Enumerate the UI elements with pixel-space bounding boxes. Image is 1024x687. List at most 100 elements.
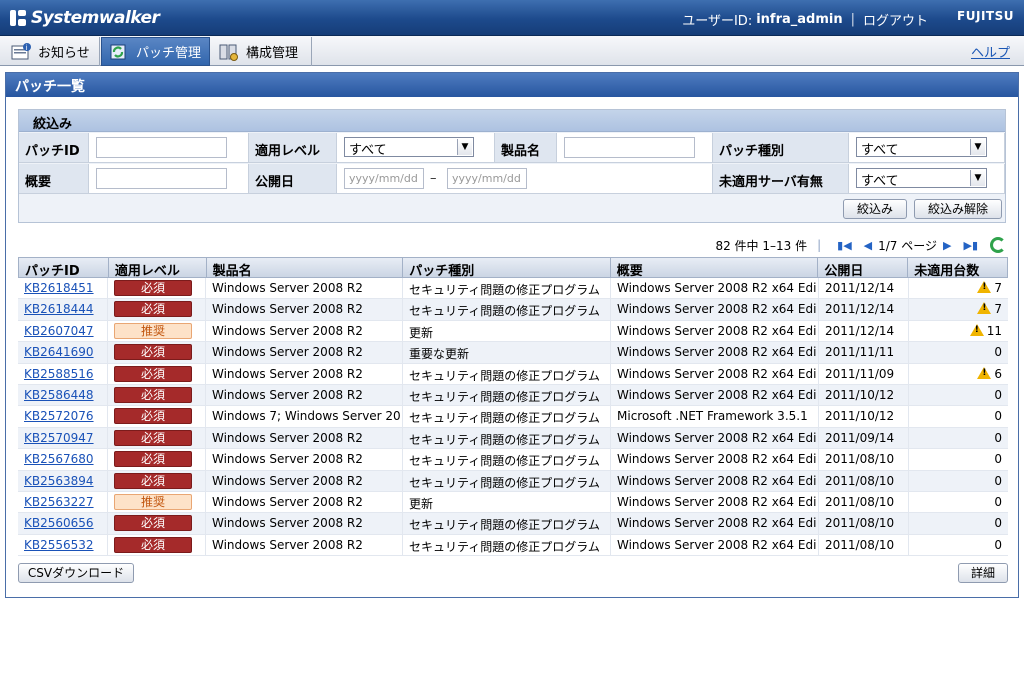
unapplied-count-cell: 0 (909, 513, 1008, 533)
summary-input[interactable] (96, 168, 227, 189)
patch-id-cell: KB2556532 (18, 534, 108, 556)
date-cell: 2011/10/12 (819, 406, 909, 427)
patch-icon (108, 42, 130, 62)
table-row[interactable]: KB2567680 必須 Windows Server 2008 R2 セキュリティ問… (18, 449, 1008, 471)
patch-id-link[interactable]: KB2607047 (24, 324, 94, 338)
product-input[interactable] (564, 137, 695, 158)
table-row[interactable]: KB2618444 必須 Windows Server 2008 R2 セキュリティ問… (18, 299, 1008, 321)
table-row[interactable]: KB2618451 必須 Windows Server 2008 R2 セキュリティ問… (18, 278, 1008, 300)
type-cell: セキュリティ問題の修正プログラム (403, 384, 611, 406)
patch-list-panel: パッチ一覧 絞込み パッチID 適用レベル すべて ▼ 製品名 パッチ種別 すべ… (5, 72, 1019, 598)
header-separator: | (850, 12, 855, 27)
unapplied-count-cell: 0 (909, 428, 1008, 448)
table-row[interactable]: KB2560656 必須 Windows Server 2008 R2 セキュリティ問… (18, 513, 1008, 535)
refresh-icon[interactable] (990, 237, 1006, 253)
patch-id-link[interactable]: KB2560656 (24, 516, 94, 530)
date-from-input[interactable]: yyyy/mm/dd (344, 168, 424, 189)
user-area: ユーザーID: infra_admin | ログアウト (682, 10, 928, 29)
unapplied-count: 0 (994, 409, 1002, 424)
summary-cell: Windows Server 2008 R2 x64 Edi (611, 534, 819, 556)
date-to-input[interactable]: yyyy/mm/dd (447, 168, 527, 189)
level-badge: 必須 (114, 280, 192, 296)
table-row[interactable]: KB2586448 必須 Windows Server 2008 R2 セキュリティ問… (18, 384, 1008, 407)
unapplied-count-cell: 7 (909, 278, 1008, 298)
summary-cell: Windows Server 2008 R2 x64 Edi (611, 384, 819, 406)
level-badge: 必須 (114, 301, 192, 318)
table-row[interactable]: KB2588516 必須 Windows Server 2008 R2 セキュリティ問… (18, 363, 1008, 385)
col-patch-id[interactable]: パッチID (19, 258, 109, 277)
last-page-icon[interactable]: ▶▮ (963, 239, 978, 252)
col-product[interactable]: 製品名 (207, 258, 404, 277)
patch-id-input[interactable] (96, 137, 227, 158)
first-page-icon[interactable]: ▮◀ (837, 239, 852, 252)
prev-page-icon[interactable]: ◀ (864, 239, 872, 252)
date-cell: 2011/11/11 (819, 342, 909, 363)
patch-id-link[interactable]: KB2572076 (24, 409, 94, 423)
filter-clear-button[interactable]: 絞込み解除 (914, 199, 1002, 219)
patch-id-cell: KB2563227 (18, 491, 108, 513)
unapplied-count: 0 (994, 452, 1002, 467)
product-cell: Windows Server 2008 R2 (206, 299, 403, 320)
unapplied-select-value: すべて (861, 174, 899, 189)
type-select[interactable]: すべて ▼ (856, 137, 987, 158)
chevron-down-icon: ▼ (970, 139, 985, 155)
date-cell: 2011/08/10 (819, 534, 909, 556)
notice-icon: i (10, 42, 32, 62)
tab-notice[interactable]: i お知らせ (4, 37, 100, 66)
detail-button[interactable]: 詳細 (958, 563, 1008, 583)
patch-id-link[interactable]: KB2556532 (24, 538, 94, 552)
unapplied-count: 0 (994, 387, 1002, 402)
tab-config-management[interactable]: 構成管理 (212, 37, 312, 66)
patch-id-cell: KB2567680 (18, 449, 108, 470)
type-cell: 更新 (403, 320, 611, 342)
product-cell: Windows Server 2008 R2 (206, 470, 403, 491)
patch-id-link[interactable]: KB2641690 (24, 345, 94, 359)
patch-id-link[interactable]: KB2563227 (24, 495, 94, 509)
table-row[interactable]: KB2572076 必須 Windows 7; Windows Server 20 セ… (18, 406, 1008, 428)
unapplied-count: 0 (994, 516, 1002, 531)
pagination: 82 件中 1–13 件 | ▮◀ ◀ 1/7 ページ ▶ ▶▮ (715, 237, 1006, 253)
table-row[interactable]: KB2607047 推奨 Windows Server 2008 R2 更新 Windo… (18, 320, 1008, 343)
next-page-icon[interactable]: ▶ (943, 239, 951, 252)
patch-id-label: パッチID (19, 133, 89, 163)
tab-patch-management[interactable]: パッチ管理 (101, 37, 210, 66)
level-badge: 必須 (114, 344, 192, 361)
level-cell: 推奨 (108, 491, 206, 513)
table-row[interactable]: KB2563894 必須 Windows Server 2008 R2 セキュリティ問… (18, 470, 1008, 492)
summary-cell: Windows Server 2008 R2 x64 Edi (611, 470, 819, 491)
col-summary[interactable]: 概要 (611, 258, 819, 277)
col-unapplied[interactable]: 未適用台数 (908, 258, 1007, 277)
help-link[interactable]: ヘルプ (971, 42, 1010, 61)
level-cell: 必須 (108, 363, 206, 384)
patch-id-link[interactable]: KB2563894 (24, 474, 94, 488)
patch-id-cell: KB2586448 (18, 384, 108, 406)
patch-id-link[interactable]: KB2570947 (24, 431, 94, 445)
patch-id-cell: KB2570947 (18, 427, 108, 449)
unapplied-label: 未適用サーバ有無 (713, 164, 849, 194)
unapplied-select[interactable]: すべて ▼ (856, 168, 987, 189)
table-row[interactable]: KB2641690 必須 Windows Server 2008 R2 重要な更新 Wi… (18, 342, 1008, 364)
type-label: パッチ種別 (713, 133, 849, 163)
col-type[interactable]: パッチ種別 (403, 258, 611, 277)
unapplied-count-cell: 0 (909, 385, 1008, 405)
app-header: Systemwalker ユーザーID: infra_admin | ログアウト… (0, 0, 1024, 36)
filter-row-1: パッチID 適用レベル すべて ▼ 製品名 パッチ種別 すべて ▼ (19, 133, 1005, 164)
table-row[interactable]: KB2563227 推奨 Windows Server 2008 R2 更新 Windo… (18, 491, 1008, 514)
patch-id-link[interactable]: KB2618451 (24, 281, 94, 295)
level-select[interactable]: すべて ▼ (344, 137, 474, 158)
col-level[interactable]: 適用レベル (109, 258, 207, 277)
logout-link[interactable]: ログアウト (863, 10, 928, 29)
type-cell: セキュリティ問題の修正プログラム (403, 299, 611, 320)
patch-id-link[interactable]: KB2586448 (24, 388, 94, 402)
table-row[interactable]: KB2556532 必須 Windows Server 2008 R2 セキュリティ問… (18, 534, 1008, 557)
table-row[interactable]: KB2570947 必須 Windows Server 2008 R2 セキュリティ問… (18, 427, 1008, 450)
unapplied-count: 7 (994, 281, 1002, 295)
patch-id-link[interactable]: KB2567680 (24, 452, 94, 466)
patch-id-link[interactable]: KB2618444 (24, 302, 94, 316)
patch-id-link[interactable]: KB2588516 (24, 367, 94, 381)
filter-apply-button[interactable]: 絞込み (843, 199, 907, 219)
col-date[interactable]: 公開日 (818, 258, 909, 277)
csv-download-button[interactable]: CSVダウンロード (18, 563, 134, 583)
date-cell: 2011/11/09 (819, 363, 909, 384)
level-badge: 必須 (114, 451, 192, 468)
